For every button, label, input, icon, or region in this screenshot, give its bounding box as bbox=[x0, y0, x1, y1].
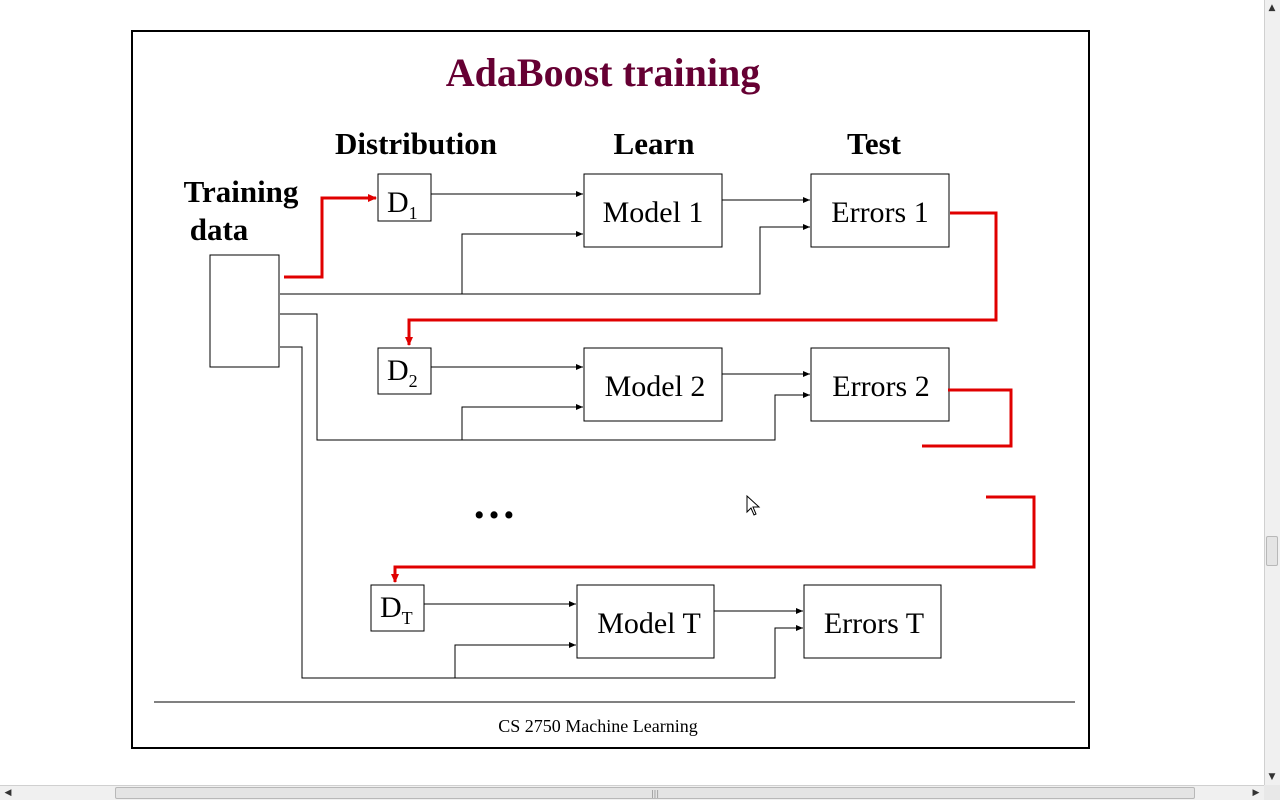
horizontal-scroll-thumb[interactable]: ||| bbox=[115, 787, 1195, 799]
model-label-1: Model 1 bbox=[603, 196, 704, 229]
header-distribution: Distribution bbox=[335, 126, 497, 161]
slide-footer: CS 2750 Machine Learning bbox=[498, 716, 697, 736]
header-test: Test bbox=[847, 126, 902, 161]
model-label-2: Model 2 bbox=[605, 370, 706, 403]
errors-label-2: Errors 2 bbox=[832, 370, 929, 403]
scrollbar-corner bbox=[1264, 785, 1280, 800]
training-data-label-line1: Training bbox=[184, 174, 299, 209]
scroll-up-button[interactable]: ▲ bbox=[1265, 1, 1279, 15]
errors-label-1: Errors 1 bbox=[831, 196, 928, 229]
header-learn: Learn bbox=[614, 126, 695, 161]
triangle-left-icon: ◀ bbox=[4, 788, 12, 798]
model-label-t: Model T bbox=[597, 607, 701, 640]
triangle-right-icon: ▶ bbox=[1252, 788, 1260, 798]
scroll-down-button[interactable]: ▼ bbox=[1265, 770, 1279, 784]
triangle-down-icon: ▼ bbox=[1268, 772, 1276, 782]
training-data-box bbox=[209, 254, 280, 368]
vertical-scrollbar[interactable] bbox=[1264, 0, 1280, 785]
ellipsis: … bbox=[472, 479, 516, 528]
vertical-scroll-thumb[interactable] bbox=[1266, 536, 1278, 566]
scroll-right-button[interactable]: ▶ bbox=[1249, 786, 1263, 800]
slide-title: AdaBoost training bbox=[446, 50, 761, 95]
errors-label-t: Errors T bbox=[824, 607, 924, 640]
triangle-up-icon: ▲ bbox=[1268, 3, 1276, 13]
scroll-left-button[interactable]: ◀ bbox=[1, 786, 15, 800]
adaboost-diagram: AdaBoost training Distribution Learn Tes… bbox=[131, 30, 1090, 749]
scroll-grip: ||| bbox=[650, 788, 660, 798]
training-data-label-line2: data bbox=[190, 212, 249, 247]
